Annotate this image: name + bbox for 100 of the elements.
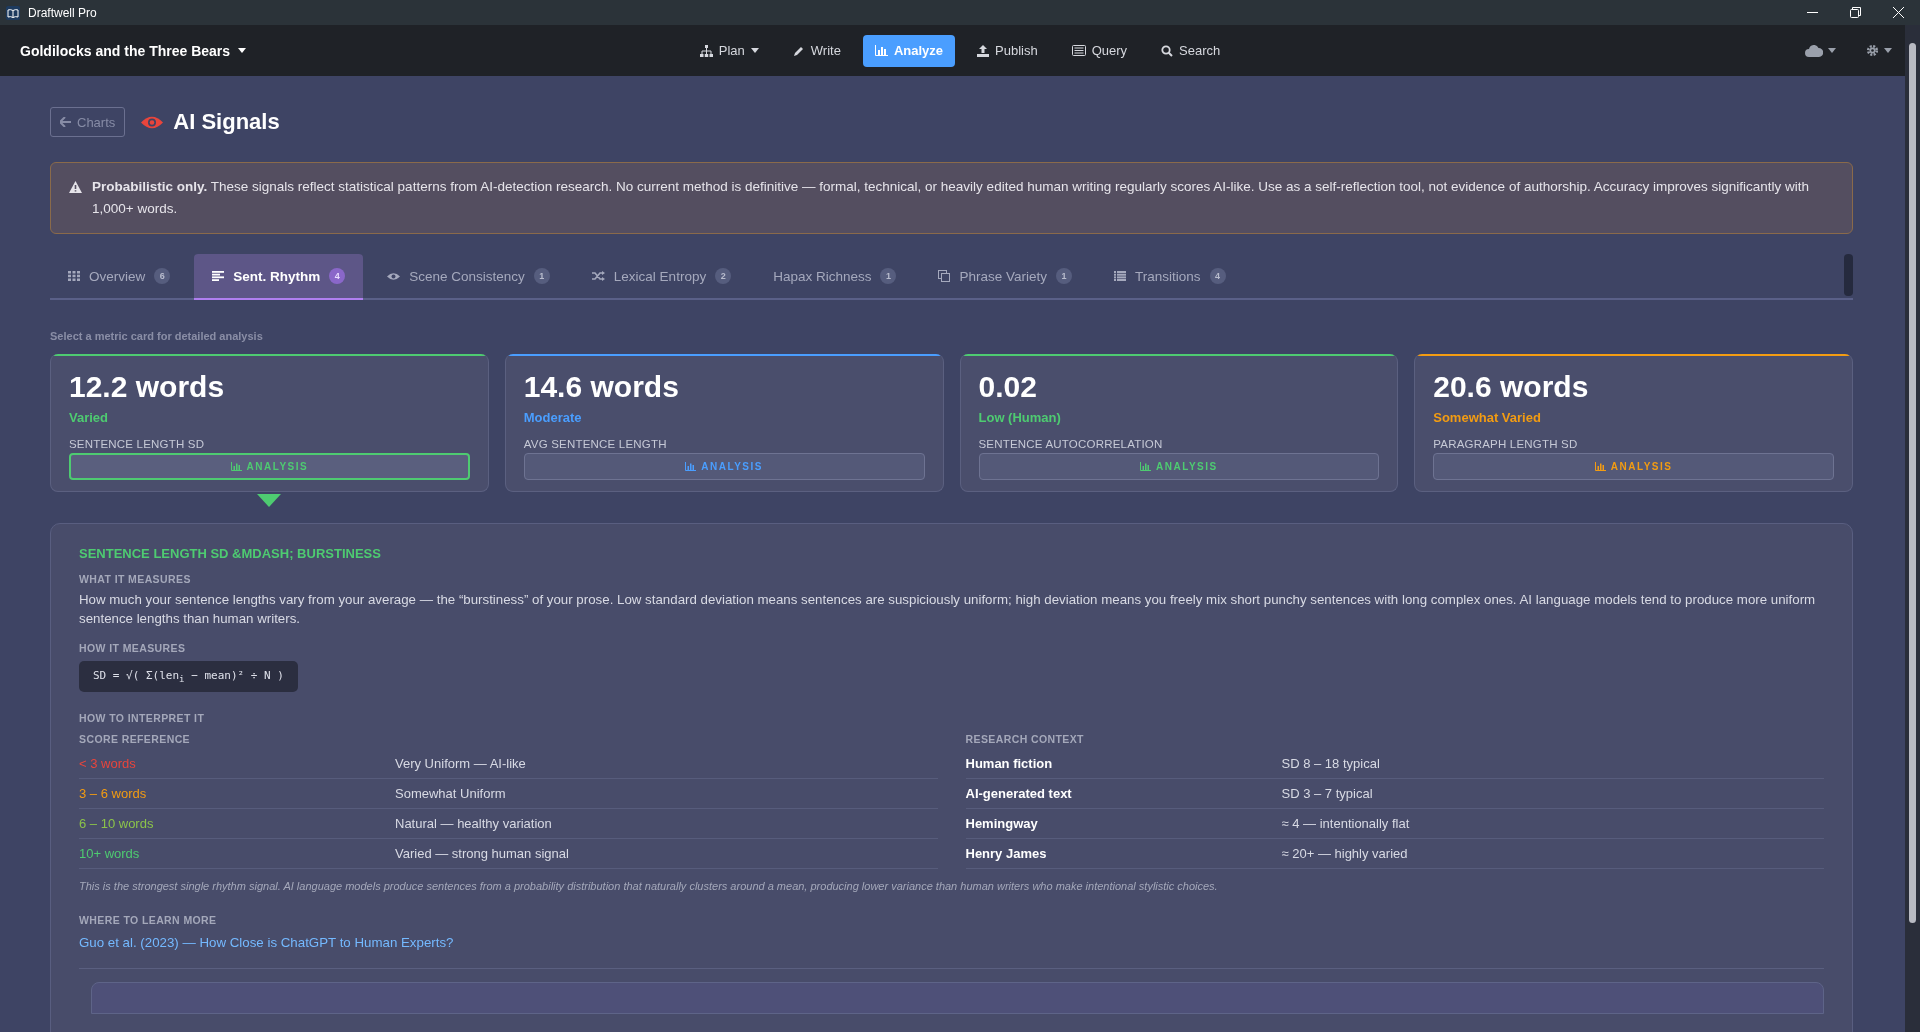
- window-title: Draftwell Pro: [28, 5, 98, 20]
- analysis-button[interactable]: ANALYSIS: [523, 453, 925, 480]
- warning-icon: [69, 181, 82, 193]
- pointer-icon: [257, 494, 282, 507]
- bar-chart-icon: [1140, 462, 1152, 471]
- tab[interactable]: Scene Consistency 1: [369, 254, 568, 300]
- section-heading: WHERE TO LEARN MORE: [79, 914, 218, 927]
- disclaimer-text: Probabilistic only. These signals reflect statistical patterns from AI-detection research. No current method is definitive — formal, technical, or heavily edited human writing regularly scores AI-like. Use as a self-reflection tool, not evidence of authorship. Accuracy improves significantly with 1,000+ words.: [92, 178, 1810, 218]
- metric-value: 0.02: [978, 369, 1038, 405]
- count-badge: 2: [715, 268, 732, 284]
- research-label: AI-generated text: [965, 786, 1073, 802]
- caret-icon: [750, 48, 759, 53]
- list-icon: [1114, 271, 1126, 281]
- research-value: SD 8 – 18 typical: [1281, 756, 1381, 772]
- nav-tab[interactable]: Search: [1149, 34, 1233, 67]
- metric-rating: Somewhat Varied: [1433, 410, 1542, 425]
- bar-chart-icon: [685, 462, 697, 471]
- page-title: AI Signals: [173, 109, 280, 135]
- tab[interactable]: Sent. Rhythm 4: [194, 254, 364, 300]
- metric-rating: Moderate: [523, 410, 583, 425]
- metric-label: AVG SENTENCE LENGTH: [523, 438, 668, 450]
- nav-tab[interactable]: Plan: [687, 34, 771, 67]
- metric-rating: Varied: [69, 410, 110, 425]
- scrollbar-thumb[interactable]: [1909, 43, 1916, 923]
- research-label: Hemingway: [965, 816, 1039, 832]
- shuffle-icon: [591, 271, 605, 281]
- score-meaning: Very Uniform — AI-like: [395, 756, 527, 772]
- research-value: ≈ 4 — intentionally flat: [1281, 816, 1411, 832]
- book-icon: [6, 5, 20, 20]
- project-dropdown[interactable]: Goldilocks and the Three Bears: [20, 42, 247, 59]
- table-heading: RESEARCH CONTEXT: [965, 733, 1085, 746]
- grid-icon: [68, 271, 80, 281]
- nav-tab[interactable]: Query: [1059, 34, 1140, 67]
- back-button[interactable]: Charts: [50, 107, 126, 137]
- bar-chart-icon: [230, 462, 242, 471]
- eye-icon: [141, 114, 164, 130]
- copy-icon: [938, 270, 951, 282]
- tab[interactable]: Hapax Richness 1: [755, 254, 915, 300]
- tab[interactable]: Phrase Variety 1: [920, 254, 1090, 300]
- analysis-button[interactable]: ANALYSIS: [978, 453, 1380, 480]
- nav-tab[interactable]: Analyze: [862, 34, 955, 67]
- nav-tab[interactable]: Publish: [965, 34, 1050, 67]
- research-label: Human fiction: [965, 756, 1054, 772]
- section-heading: HOW IT MEASURES: [79, 642, 187, 654]
- bar-chart-icon: [1594, 462, 1606, 471]
- settings-icon: [1866, 44, 1879, 57]
- search-icon: [1161, 44, 1174, 57]
- table-heading: SCORE REFERENCE: [79, 733, 191, 746]
- score-meaning: Somewhat Uniform: [395, 786, 507, 802]
- scrollbar-thumb[interactable]: [1844, 254, 1853, 296]
- count-badge: 1: [880, 268, 897, 284]
- score-meaning: Natural — healthy variation: [395, 816, 553, 832]
- tab[interactable]: Transitions 4: [1096, 254, 1244, 300]
- pencil-icon: [792, 44, 805, 57]
- count-badge: 6: [154, 268, 171, 284]
- upload-icon: [977, 44, 989, 57]
- arrow-left-icon: [60, 117, 71, 127]
- score-range: < 3 words: [79, 756, 137, 772]
- caret-icon: [1884, 48, 1892, 53]
- score-meaning: Varied — strong human signal: [395, 846, 570, 862]
- score-range: 6 – 10 words: [79, 816, 155, 832]
- caret-icon: [238, 48, 247, 53]
- restore-icon[interactable]: [1850, 7, 1861, 18]
- metric-label: PARAGRAPH LENGTH SD: [1433, 438, 1579, 450]
- cloud-icon: [1805, 44, 1823, 57]
- count-badge: 4: [329, 268, 346, 284]
- tab[interactable]: Overview 6: [50, 254, 189, 300]
- eye-icon: [387, 271, 401, 281]
- analysis-button[interactable]: ANALYSIS: [69, 453, 470, 480]
- metric-value: 12.2 words: [69, 369, 226, 405]
- metric-rating: Low (Human): [978, 410, 1062, 425]
- metric-value: 14.6 words: [523, 369, 680, 405]
- formula-code: SD = √( Σ(len$_{i}$ − mean)² ÷ N ): [79, 661, 298, 693]
- close-icon[interactable]: [1893, 7, 1904, 18]
- note-text: This is the strongest single rhythm signal. AI language models produce sentences from a probability distribution that naturally clusters around a mean, producing lower variance than human writers who make intentional stylistic choices.: [79, 880, 1219, 893]
- research-value: ≈ 20+ — highly varied: [1281, 846, 1409, 862]
- keyboard-icon: [1071, 45, 1086, 56]
- metric-value: 20.6 words: [1433, 369, 1590, 405]
- description-text: How much your sentence lengths vary from your average — the “burstiness” of your prose. Low standard deviation means sentences are suspiciously uniform; high deviation means you freely mix short punchy sentences with long complex ones. AI language models tend to produce more uniform sentence lengths than human writers.: [79, 591, 1817, 628]
- sitemap-icon: [699, 44, 713, 57]
- count-badge: 4: [1209, 268, 1226, 284]
- research-value: SD 3 – 7 typical: [1281, 786, 1374, 802]
- analysis-button[interactable]: ANALYSIS: [1433, 453, 1834, 480]
- tab[interactable]: Lexical Entropy 2: [573, 254, 750, 300]
- count-badge: 1: [533, 268, 550, 284]
- bar-chart-icon: [874, 45, 888, 56]
- research-label: Henry James: [965, 846, 1048, 862]
- section-title: SENTENCE LENGTH SD &MDASH; BURSTINESS: [79, 546, 382, 561]
- metric-label: SENTENCE LENGTH SD: [69, 438, 206, 450]
- reference-link[interactable]: Guo et al. (2023) — How Close is ChatGPT to Human Experts?: [79, 935, 454, 951]
- metric-label: SENTENCE AUTOCORRELATION: [978, 438, 1164, 450]
- cloud-dropdown[interactable]: [1805, 44, 1836, 57]
- hint-text: Select a metric card for detailed analysis: [50, 330, 264, 342]
- count-badge: 1: [1056, 268, 1072, 284]
- settings-dropdown[interactable]: [1866, 44, 1892, 57]
- score-range: 3 – 6 words: [79, 786, 148, 802]
- caret-icon: [1828, 48, 1836, 53]
- align-left-icon: [212, 271, 225, 281]
- nav-tab[interactable]: Write: [780, 34, 853, 67]
- score-range: 10+ words: [79, 846, 141, 862]
